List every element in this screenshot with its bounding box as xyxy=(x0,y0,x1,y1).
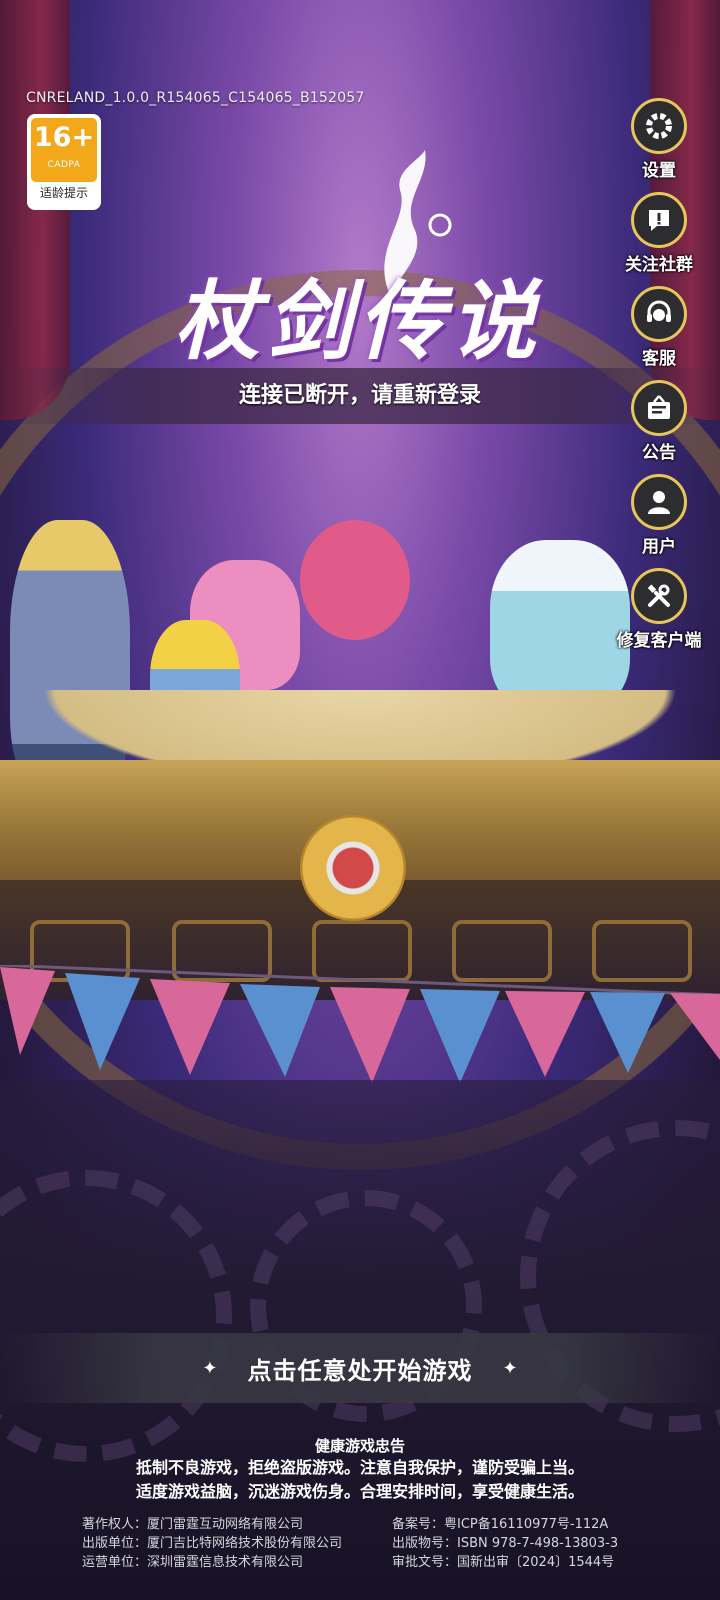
user-icon xyxy=(631,474,687,530)
settings-label: 设置 xyxy=(642,161,676,181)
age-rating-org: CADPA xyxy=(47,160,81,170)
customer-service-button[interactable]: 客服 xyxy=(604,286,714,370)
isbn: 出版物号：ISBN 978-7-498-13803-3 xyxy=(392,1536,619,1551)
health-notice: 健康游戏忠告 抵制不良游戏，拒绝盗版游戏。注意自我保护，谨防受骗上当。 适度游戏… xyxy=(0,1436,720,1504)
notice-board-icon xyxy=(631,380,687,436)
approval-number: 审批文号：国新出审〔2024〕1544号 xyxy=(392,1555,615,1570)
user-label: 用户 xyxy=(642,537,676,557)
health-notice-title: 健康游戏忠告 xyxy=(314,1437,405,1455)
age-rating-tip: 适龄提示 xyxy=(39,186,88,200)
credits-right-column: 备案号：粤ICP备16110977号-112A 出版物号：ISBN 978-7-… xyxy=(392,1515,618,1572)
tap-to-start-button[interactable]: ✦ 点击任意处开始游戏 ✦ xyxy=(0,1333,720,1403)
announcement-button[interactable]: 公告 xyxy=(604,380,714,464)
bear-character xyxy=(300,520,410,640)
game-title-logo: 杖剑传说 xyxy=(174,272,542,372)
customer-service-label: 客服 xyxy=(642,349,676,369)
age-rating-number: 16+ xyxy=(33,122,95,153)
repair-client-button[interactable]: 修复客户端 xyxy=(604,568,714,652)
age-rating-icon: 16+ CADPA xyxy=(31,118,97,182)
credits-left-column: 著作权人：厦门雷霆互动网络有限公司 出版单位：厦门吉比特网络技术股份有限公司 运… xyxy=(82,1515,342,1572)
copyright-holder: 著作权人：厦门雷霆互动网络有限公司 xyxy=(82,1517,304,1532)
repair-client-label: 修复客户端 xyxy=(616,631,702,651)
pennant-banner xyxy=(0,965,720,1083)
sparkle-icon: ✦ xyxy=(502,1357,518,1379)
user-button[interactable]: 用户 xyxy=(604,474,714,558)
settings-button[interactable]: 设置 xyxy=(604,98,714,182)
left-curtain xyxy=(0,0,70,420)
announcement-label: 公告 xyxy=(642,443,676,463)
community-button[interactable]: 关注社群 xyxy=(604,192,714,276)
icp-record: 备案号：粤ICP备16110977号-112A xyxy=(392,1517,609,1532)
gear-icon xyxy=(631,98,687,154)
headset-icon xyxy=(631,286,687,342)
tools-icon xyxy=(631,568,687,624)
tap-to-start-label: 点击任意处开始游戏 xyxy=(247,1356,473,1385)
sparkle-icon: ✦ xyxy=(202,1357,218,1379)
chat-alert-icon xyxy=(631,192,687,248)
version-label: CNRELAND_1.0.0_R154065_C154065_B152057 xyxy=(26,90,365,106)
health-notice-line: 抵制不良游戏，拒绝盗版游戏。注意自我保护，谨防受骗上当。 xyxy=(135,1458,584,1477)
operator: 运营单位：深圳雷霆信息技术有限公司 xyxy=(82,1555,304,1570)
age-rating-badge[interactable]: 16+ CADPA 适龄提示 xyxy=(27,114,101,210)
health-notice-line: 适度游戏益脑，沉迷游戏伤身。合理安排时间，享受健康生活。 xyxy=(135,1482,584,1501)
community-label: 关注社群 xyxy=(625,255,693,275)
gear-button-ornament xyxy=(300,815,406,921)
publisher: 出版单位：厦门吉比特网络技术股份有限公司 xyxy=(82,1536,343,1551)
